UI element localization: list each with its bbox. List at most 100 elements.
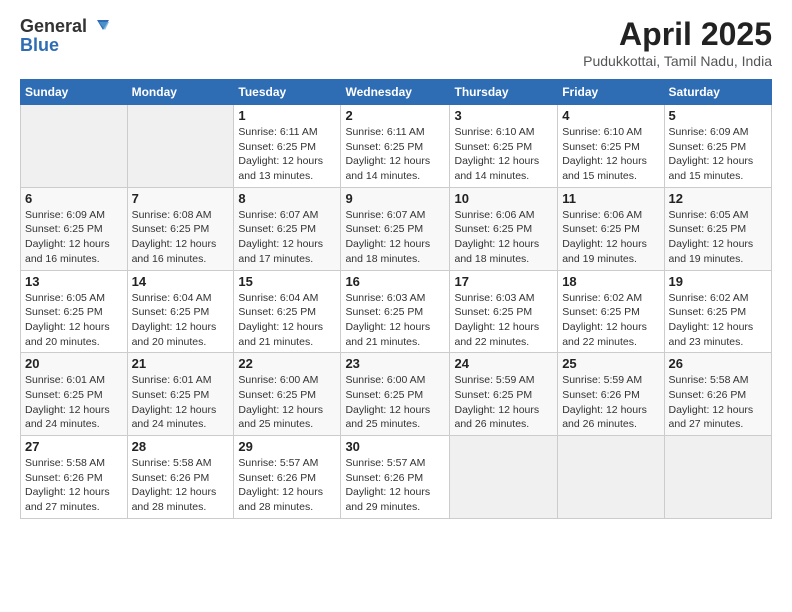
table-cell: 23 Sunrise: 6:00 AMSunset: 6:25 PMDayligh… [341, 353, 450, 436]
cell-day-number: 26 [669, 356, 767, 371]
cell-info-text: Sunrise: 6:03 AMSunset: 6:25 PMDaylight:… [345, 291, 445, 350]
cell-info-text: Sunrise: 6:02 AMSunset: 6:25 PMDaylight:… [669, 291, 767, 350]
cell-info-text: Sunrise: 6:10 AMSunset: 6:25 PMDaylight:… [454, 125, 553, 184]
table-cell: 7Sunrise: 6:08 AMSunset: 6:25 PMDaylight… [127, 187, 234, 270]
table-cell: 6 Sunrise: 6:09 AMSunset: 6:25 PMDaylight… [21, 187, 128, 270]
col-header-tuesday: Tuesday [234, 80, 341, 105]
calendar-title: April 2025 [583, 16, 772, 53]
logo-blue-text: Blue [20, 35, 109, 56]
cell-day-number: 21 [132, 356, 230, 371]
cell-day-number: 11 [562, 191, 659, 206]
table-cell: 18 Sunrise: 6:02 AMSunset: 6:25 PMDayligh… [558, 270, 664, 353]
cell-day-number: 5 [669, 108, 767, 123]
logo: General Blue [20, 16, 109, 56]
cell-info-text: Sunrise: 5:57 AMSunset: 6:26 PMDaylight:… [345, 456, 445, 515]
cell-info-text: Sunrise: 6:00 AMSunset: 6:25 PMDaylight:… [345, 373, 445, 432]
cell-day-number: 17 [454, 274, 553, 289]
cell-day-number: 23 [345, 356, 445, 371]
week-row-4: 20 Sunrise: 6:01 AMSunset: 6:25 PMDayligh… [21, 353, 772, 436]
table-cell: 8Sunrise: 6:07 AMSunset: 6:25 PMDaylight… [234, 187, 341, 270]
cell-day-number: 4 [562, 108, 659, 123]
cell-info-text: Sunrise: 6:10 AMSunset: 6:25 PMDaylight:… [562, 125, 659, 184]
cell-info-text: Sunrise: 6:07 AMSunset: 6:25 PMDaylight:… [345, 208, 445, 267]
table-cell: 1 Sunrise: 6:11 AMSunset: 6:25 PMDaylight… [234, 105, 341, 188]
cell-info-text: Sunrise: 5:58 AMSunset: 6:26 PMDaylight:… [132, 456, 230, 515]
cell-info-text: Sunrise: 6:05 AMSunset: 6:25 PMDaylight:… [669, 208, 767, 267]
table-cell: 4 Sunrise: 6:10 AMSunset: 6:25 PMDaylight… [558, 105, 664, 188]
logo-general-text: General [20, 16, 87, 37]
table-cell: 26 Sunrise: 5:58 AMSunset: 6:26 PMDayligh… [664, 353, 771, 436]
table-cell: 2 Sunrise: 6:11 AMSunset: 6:25 PMDaylight… [341, 105, 450, 188]
cell-day-number: 10 [454, 191, 553, 206]
col-header-monday: Monday [127, 80, 234, 105]
cell-day-number: 30 [345, 439, 445, 454]
cell-info-text: Sunrise: 6:03 AMSunset: 6:25 PMDaylight:… [454, 291, 553, 350]
cell-info-text: Sunrise: 6:09 AMSunset: 6:25 PMDaylight:… [25, 208, 123, 267]
cell-info-text: Sunrise: 6:11 AMSunset: 6:25 PMDaylight:… [238, 125, 336, 184]
table-cell: 10 Sunrise: 6:06 AMSunset: 6:25 PMDayligh… [450, 187, 558, 270]
table-cell: 12 Sunrise: 6:05 AMSunset: 6:25 PMDayligh… [664, 187, 771, 270]
cell-day-number: 9 [345, 191, 445, 206]
table-cell: 20Sunrise: 6:01 AMSunset: 6:25 PMDayligh… [21, 353, 128, 436]
cell-info-text: Sunrise: 6:04 AMSunset: 6:25 PMDaylight:… [238, 291, 336, 350]
table-cell: 3 Sunrise: 6:10 AMSunset: 6:25 PMDaylight… [450, 105, 558, 188]
cell-day-number: 24 [454, 356, 553, 371]
cell-info-text: Sunrise: 6:04 AMSunset: 6:25 PMDaylight:… [132, 291, 230, 350]
cell-info-text: Sunrise: 6:01 AMSunset: 6:25 PMDaylight:… [132, 373, 230, 432]
cell-day-number: 12 [669, 191, 767, 206]
table-cell [21, 105, 128, 188]
cell-day-number: 25 [562, 356, 659, 371]
cell-info-text: Sunrise: 6:02 AMSunset: 6:25 PMDaylight:… [562, 291, 659, 350]
cell-info-text: Sunrise: 5:57 AMSunset: 6:26 PMDaylight:… [238, 456, 336, 515]
col-header-wednesday: Wednesday [341, 80, 450, 105]
table-cell: 16 Sunrise: 6:03 AMSunset: 6:25 PMDayligh… [341, 270, 450, 353]
cell-day-number: 1 [238, 108, 336, 123]
cell-info-text: Sunrise: 6:00 AMSunset: 6:25 PMDaylight:… [238, 373, 336, 432]
week-row-2: 6 Sunrise: 6:09 AMSunset: 6:25 PMDaylight… [21, 187, 772, 270]
cell-day-number: 14 [132, 274, 230, 289]
cell-day-number: 2 [345, 108, 445, 123]
cell-day-number: 29 [238, 439, 336, 454]
col-header-friday: Friday [558, 80, 664, 105]
cell-day-number: 6 [25, 191, 123, 206]
title-block: April 2025 Pudukkottai, Tamil Nadu, Indi… [583, 16, 772, 69]
week-row-1: 1 Sunrise: 6:11 AMSunset: 6:25 PMDaylight… [21, 105, 772, 188]
cell-day-number: 19 [669, 274, 767, 289]
col-header-sunday: Sunday [21, 80, 128, 105]
table-cell: 5Sunrise: 6:09 AMSunset: 6:25 PMDaylight… [664, 105, 771, 188]
cell-day-number: 15 [238, 274, 336, 289]
table-cell: 9 Sunrise: 6:07 AMSunset: 6:25 PMDaylight… [341, 187, 450, 270]
table-cell: 24Sunrise: 5:59 AMSunset: 6:25 PMDayligh… [450, 353, 558, 436]
table-cell: 30 Sunrise: 5:57 AMSunset: 6:26 PMDayligh… [341, 436, 450, 519]
cell-info-text: Sunrise: 5:58 AMSunset: 6:26 PMDaylight:… [25, 456, 123, 515]
cell-day-number: 18 [562, 274, 659, 289]
cell-day-number: 20 [25, 356, 123, 371]
week-row-3: 13 Sunrise: 6:05 AMSunset: 6:25 PMDayligh… [21, 270, 772, 353]
col-header-saturday: Saturday [664, 80, 771, 105]
cell-info-text: Sunrise: 6:11 AMSunset: 6:25 PMDaylight:… [345, 125, 445, 184]
table-cell: 22 Sunrise: 6:00 AMSunset: 6:25 PMDayligh… [234, 353, 341, 436]
table-cell: 28Sunrise: 5:58 AMSunset: 6:26 PMDayligh… [127, 436, 234, 519]
calendar-table: SundayMondayTuesdayWednesdayThursdayFrid… [20, 79, 772, 519]
table-cell: 25 Sunrise: 5:59 AMSunset: 6:26 PMDayligh… [558, 353, 664, 436]
cell-info-text: Sunrise: 5:58 AMSunset: 6:26 PMDaylight:… [669, 373, 767, 432]
cell-day-number: 16 [345, 274, 445, 289]
page: General Blue April 2025 Pudukkottai, Tam… [0, 0, 792, 612]
table-cell [664, 436, 771, 519]
table-cell: 21 Sunrise: 6:01 AMSunset: 6:25 PMDayligh… [127, 353, 234, 436]
table-cell [127, 105, 234, 188]
cell-day-number: 8 [238, 191, 336, 206]
cell-info-text: Sunrise: 6:05 AMSunset: 6:25 PMDaylight:… [25, 291, 123, 350]
table-cell: 29 Sunrise: 5:57 AMSunset: 6:26 PMDayligh… [234, 436, 341, 519]
week-row-5: 27Sunrise: 5:58 AMSunset: 6:26 PMDayligh… [21, 436, 772, 519]
cell-day-number: 3 [454, 108, 553, 123]
table-cell: 13 Sunrise: 6:05 AMSunset: 6:25 PMDayligh… [21, 270, 128, 353]
calendar-header-row: SundayMondayTuesdayWednesdayThursdayFrid… [21, 80, 772, 105]
calendar-subtitle: Pudukkottai, Tamil Nadu, India [583, 53, 772, 69]
cell-day-number: 13 [25, 274, 123, 289]
cell-day-number: 22 [238, 356, 336, 371]
cell-info-text: Sunrise: 6:06 AMSunset: 6:25 PMDaylight:… [454, 208, 553, 267]
table-cell: 19 Sunrise: 6:02 AMSunset: 6:25 PMDayligh… [664, 270, 771, 353]
table-cell: 11Sunrise: 6:06 AMSunset: 6:25 PMDayligh… [558, 187, 664, 270]
cell-info-text: Sunrise: 5:59 AMSunset: 6:26 PMDaylight:… [562, 373, 659, 432]
